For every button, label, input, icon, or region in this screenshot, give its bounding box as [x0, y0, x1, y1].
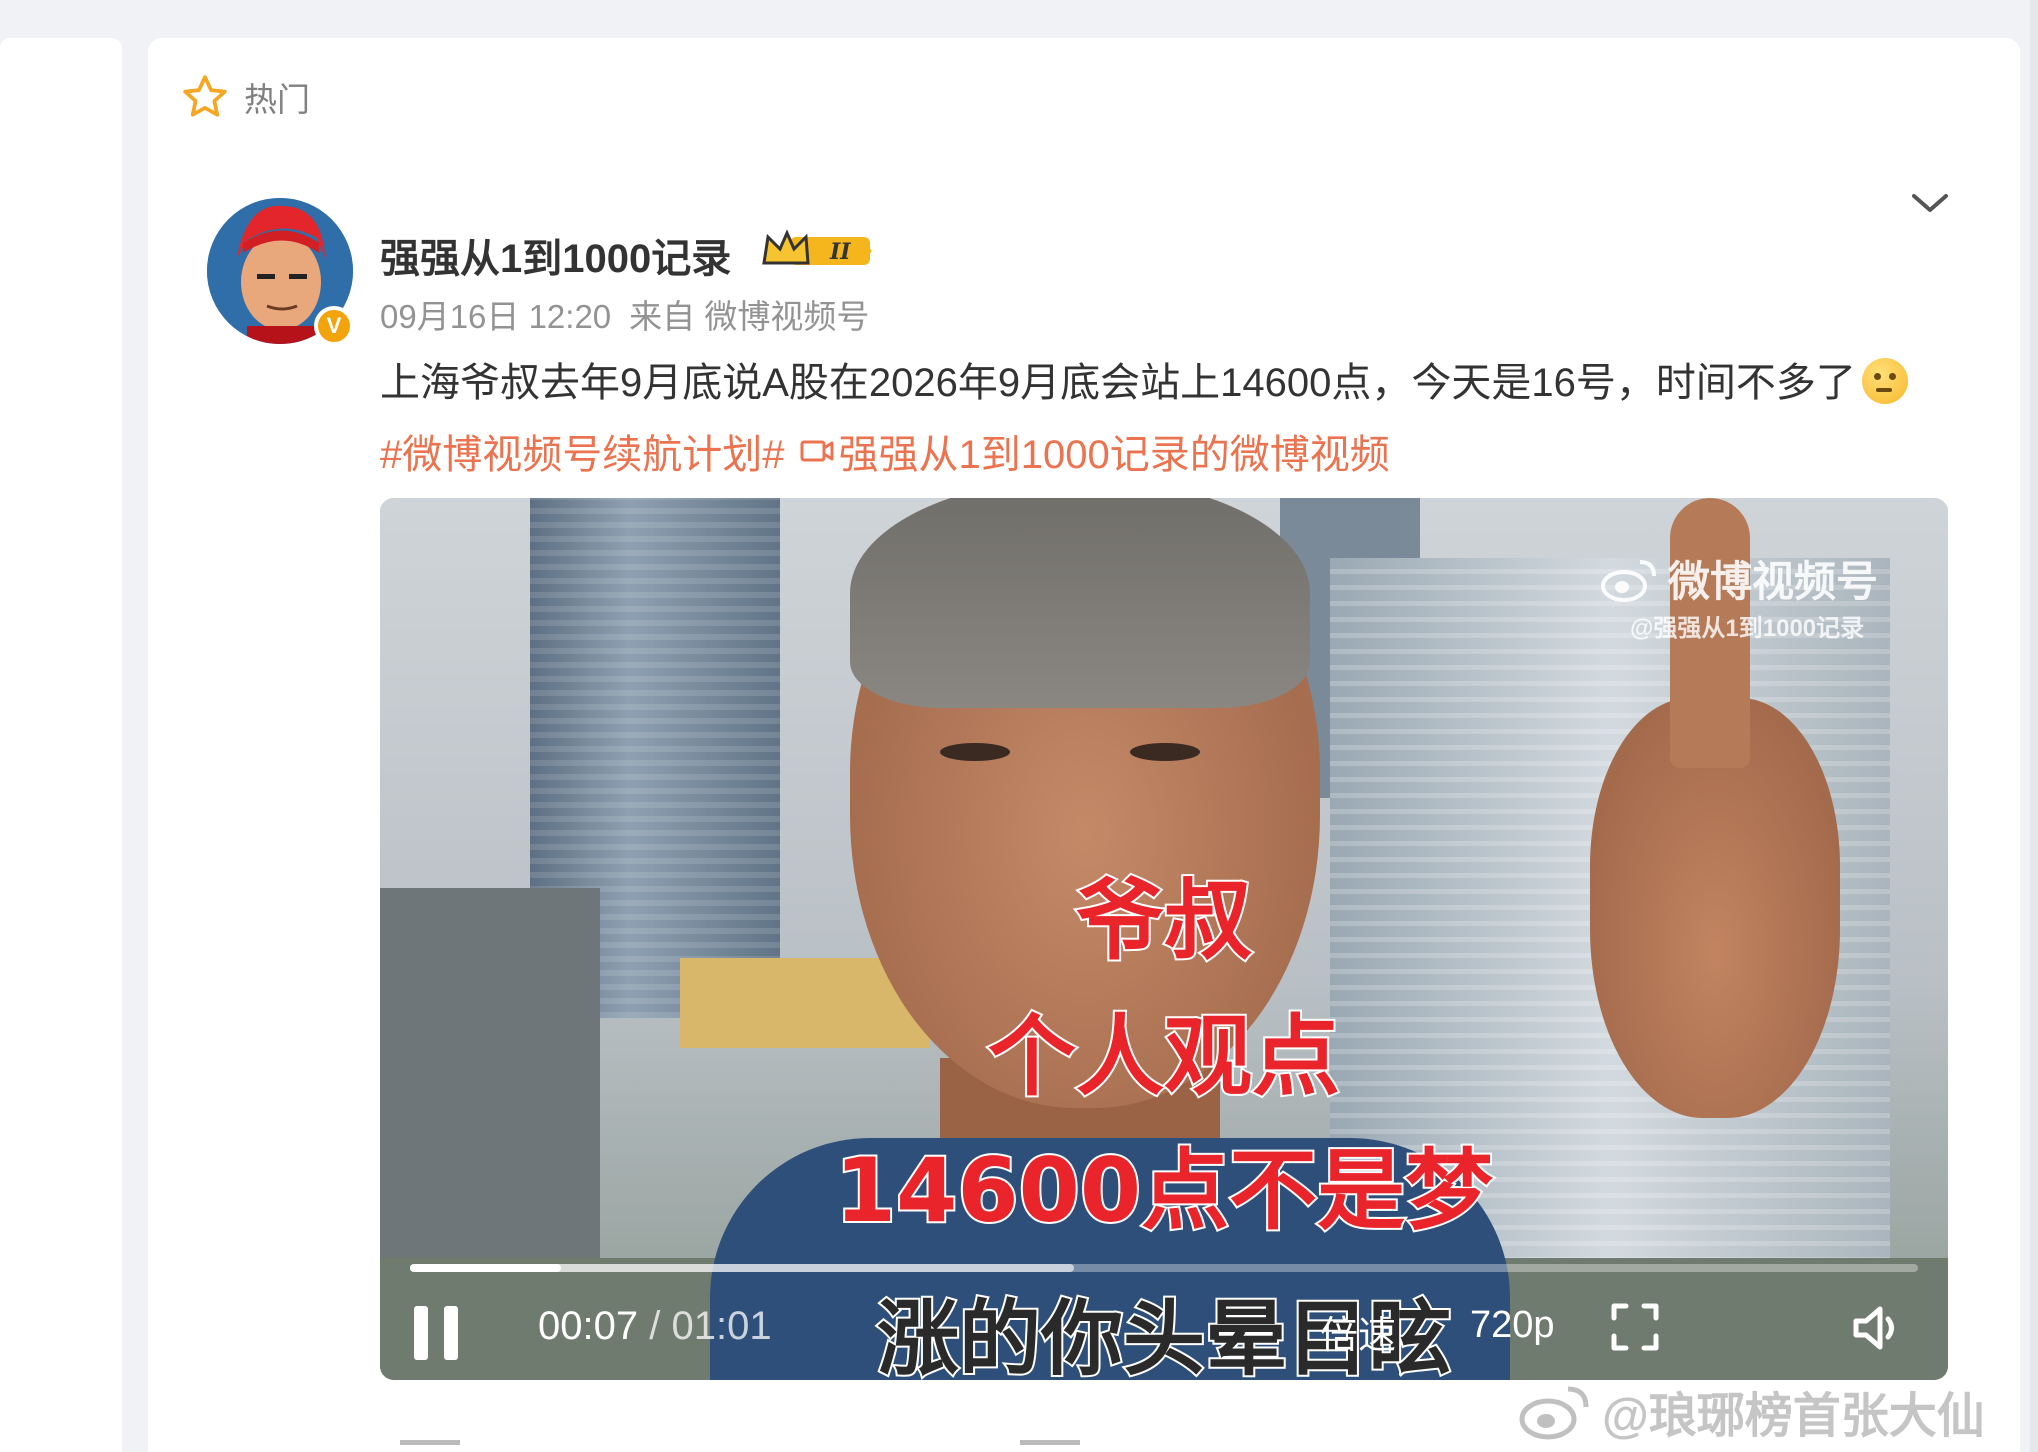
video-source-link[interactable]: 强强从1到1000记录的微博视频 [799, 422, 1390, 480]
quality-button[interactable]: 720p [1470, 1304, 1555, 1347]
weibo-logo-icon [1601, 559, 1656, 602]
video-watermark: 微博视频号 [1600, 548, 1878, 609]
post-meta: 09月16日 12:20 来自 微博视频号 [380, 290, 887, 338]
svg-text:II: II [829, 239, 851, 265]
video-played-fill [410, 1264, 561, 1272]
video-caption: 爷叔 [1074, 867, 1254, 974]
crown-badge-icon[interactable]: II [760, 227, 872, 273]
username-link[interactable]: 强强从1到1000记录 [380, 226, 731, 284]
chevron-down-icon[interactable] [1910, 188, 1950, 218]
repost-icon[interactable] [400, 1440, 460, 1452]
video-time: 00:07 / 01:01 [538, 1304, 772, 1349]
video-player[interactable]: 微博视频号 @强强从1到1000记录 爷叔 个人观点 14600点不是梦 涨的你… [380, 498, 1948, 1380]
verified-icon: V [314, 306, 354, 346]
post-source[interactable]: 来自 微博视频号 [629, 298, 869, 335]
topic-tag-link[interactable]: #微博视频号续航计划# [380, 422, 785, 480]
thinking-emoji-icon [1861, 358, 1908, 404]
page-watermark: @琅琊榜首张大仙 [1518, 1376, 1985, 1446]
comment-icon[interactable] [1020, 1440, 1080, 1452]
post-tags: #微博视频号续航计划# 强强从1到1000记录的微博视频 [380, 422, 1390, 480]
page-watermark-text: @琅琊榜首张大仙 [1602, 1390, 1985, 1443]
playback-speed-button[interactable]: 倍速 [1320, 1304, 1396, 1359]
video-frame-person [940, 743, 1010, 761]
star-icon [183, 75, 227, 117]
post-text: 上海爷叔去年9月底说A股在2026年9月底会站上14600点，今天是16号，时间… [380, 350, 1908, 408]
post-date[interactable]: 09月16日 12:20 [380, 298, 611, 335]
current-time: 00:07 [538, 1304, 639, 1348]
left-sidebar-panel [0, 38, 122, 1452]
video-frame-person [1130, 743, 1200, 761]
post-body: 上海爷叔去年9月底说A股在2026年9月底会站上14600点，今天是16号，时间… [380, 361, 1856, 405]
video-link-label: 强强从1到1000记录的微博视频 [838, 433, 1390, 477]
video-link-icon [800, 440, 833, 462]
video-frame-person [850, 498, 1310, 708]
video-caption: 14600点不是梦 [833, 1137, 1495, 1244]
pause-icon[interactable] [412, 1306, 462, 1360]
video-duration: / 01:01 [649, 1304, 772, 1348]
fullscreen-icon[interactable] [1610, 1302, 1660, 1352]
volume-icon[interactable] [1850, 1304, 1902, 1352]
video-watermark-title: 微博视频号 [1668, 558, 1879, 605]
weibo-logo-icon [1519, 1386, 1589, 1440]
right-scrollbar-area[interactable] [2030, 0, 2038, 1452]
video-watermark-handle: @强强从1到1000记录 [1630, 615, 1865, 642]
video-caption: 个人观点 [986, 1003, 1342, 1110]
section-title: 热门 [244, 81, 310, 118]
video-progress-bar[interactable] [410, 1264, 1918, 1272]
section-header: 热门 [180, 72, 310, 122]
